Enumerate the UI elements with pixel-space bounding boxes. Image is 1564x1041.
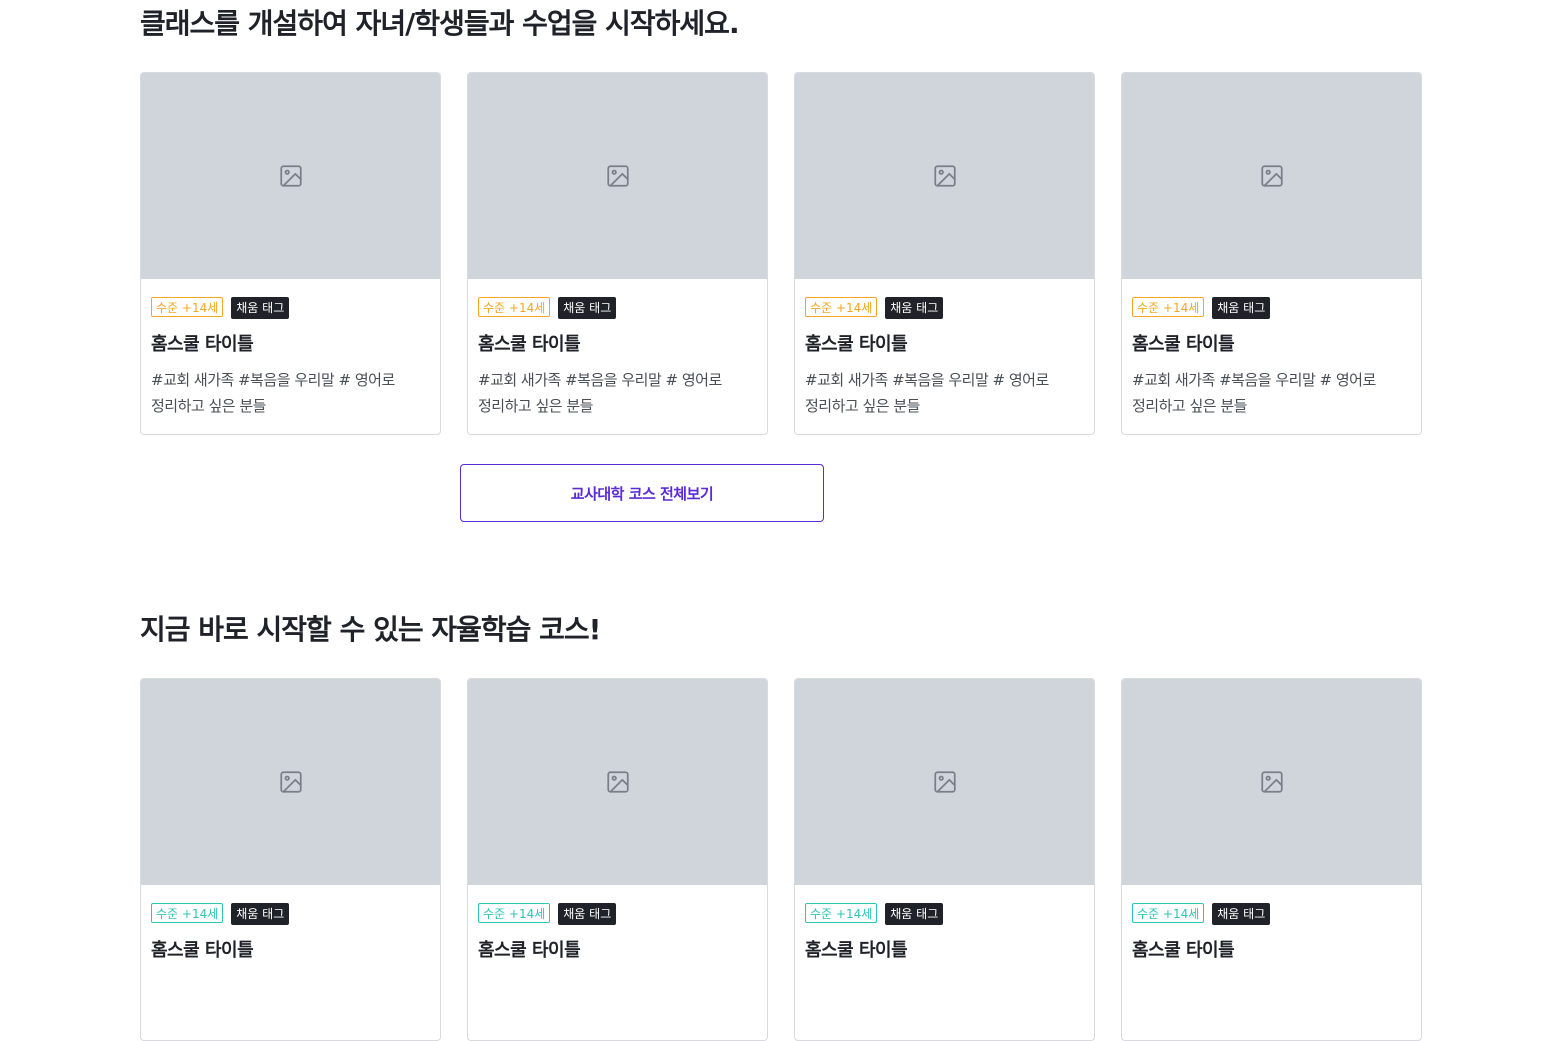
section-teacher-courses: 클래스를 개설하여 자녀/학생들과 수업을 시작하세요. — [140, 4, 1424, 44]
course-thumbnail — [795, 73, 1094, 279]
section-self-study-courses: 지금 바로 시작할 수 있는 자율학습 코스! — [140, 610, 1424, 650]
image-placeholder-icon — [933, 165, 956, 187]
course-description: #교회 새가족 #복음을 우리말 # 영어로 정리하고 싶은 분들 — [478, 371, 722, 415]
course-card[interactable]: 수준 +14세 채움 태그 홈스쿨 타이틀 #교회 새가족 #복음을 우리말 #… — [140, 72, 441, 435]
course-card[interactable]: 수준 +14세 채움 태그 홈스쿨 타이틀 #교회 새가족 #복음을 우리말 #… — [794, 72, 1095, 435]
category-tag: 채움 태그 — [558, 297, 617, 319]
category-tag: 채움 태그 — [558, 903, 617, 925]
level-badge: 수준 +14세 — [805, 297, 878, 317]
course-title: 홈스쿨 타이틀 — [1132, 334, 1235, 355]
level-badge: 수준 +14세 — [1132, 903, 1205, 923]
level-badge: 수준 +14세 — [151, 297, 224, 317]
course-title: 홈스쿨 타이틀 — [1132, 940, 1235, 961]
course-card[interactable]: 수준 +14세 채움 태그 홈스쿨 타이틀 — [794, 678, 1095, 1041]
course-description: #교회 새가족 #복음을 우리말 # 영어로 정리하고 싶은 분들 — [805, 371, 1049, 415]
category-tag: 채움 태그 — [1212, 903, 1271, 925]
level-badge: 수준 +14세 — [478, 903, 551, 923]
section-title: 지금 바로 시작할 수 있는 자율학습 코스! — [140, 613, 601, 646]
category-tag: 채움 태그 — [885, 903, 944, 925]
course-title: 홈스쿨 타이틀 — [805, 940, 908, 961]
category-tag: 채움 태그 — [885, 297, 944, 319]
course-description: #교회 새가족 #복음을 우리말 # 영어로 정리하고 싶은 분들 — [1132, 371, 1376, 415]
view-all-courses-button[interactable]: 교사대학 코스 전체보기 — [460, 464, 824, 522]
category-tag: 채움 태그 — [231, 297, 290, 319]
course-card[interactable]: 수준 +14세 채움 태그 홈스쿨 타이틀 — [140, 678, 441, 1041]
course-card[interactable]: 수준 +14세 채움 태그 홈스쿨 타이틀 — [467, 678, 768, 1041]
course-thumbnail — [1122, 679, 1421, 885]
category-tag: 채움 태그 — [231, 903, 290, 925]
level-badge: 수준 +14세 — [1132, 297, 1205, 317]
level-badge: 수준 +14세 — [805, 903, 878, 923]
image-placeholder-icon — [606, 771, 629, 793]
course-card[interactable]: 수준 +14세 채움 태그 홈스쿨 타이틀 #교회 새가족 #복음을 우리말 #… — [467, 72, 768, 435]
level-badge: 수준 +14세 — [478, 297, 551, 317]
course-title: 홈스쿨 타이틀 — [805, 334, 908, 355]
course-thumbnail — [468, 73, 767, 279]
level-badge: 수준 +14세 — [151, 903, 224, 923]
section-title: 클래스를 개설하여 자녀/학생들과 수업을 시작하세요. — [140, 7, 740, 40]
course-title: 홈스쿨 타이틀 — [478, 940, 581, 961]
image-placeholder-icon — [279, 165, 302, 187]
course-thumbnail — [141, 73, 440, 279]
course-title: 홈스쿨 타이틀 — [478, 334, 581, 355]
course-thumbnail — [468, 679, 767, 885]
image-placeholder-icon — [1260, 165, 1283, 187]
image-placeholder-icon — [279, 771, 302, 793]
course-card[interactable]: 수준 +14세 채움 태그 홈스쿨 타이틀 — [1121, 678, 1422, 1041]
course-card[interactable]: 수준 +14세 채움 태그 홈스쿨 타이틀 #교회 새가족 #복음을 우리말 #… — [1121, 72, 1422, 435]
course-title: 홈스쿨 타이틀 — [151, 940, 254, 961]
course-thumbnail — [1122, 73, 1421, 279]
course-description: #교회 새가족 #복음을 우리말 # 영어로 정리하고 싶은 분들 — [151, 371, 395, 415]
course-thumbnail — [141, 679, 440, 885]
image-placeholder-icon — [606, 165, 629, 187]
course-thumbnail — [795, 679, 1094, 885]
category-tag: 채움 태그 — [1212, 297, 1271, 319]
image-placeholder-icon — [933, 771, 956, 793]
course-title: 홈스쿨 타이틀 — [151, 334, 254, 355]
image-placeholder-icon — [1260, 771, 1283, 793]
